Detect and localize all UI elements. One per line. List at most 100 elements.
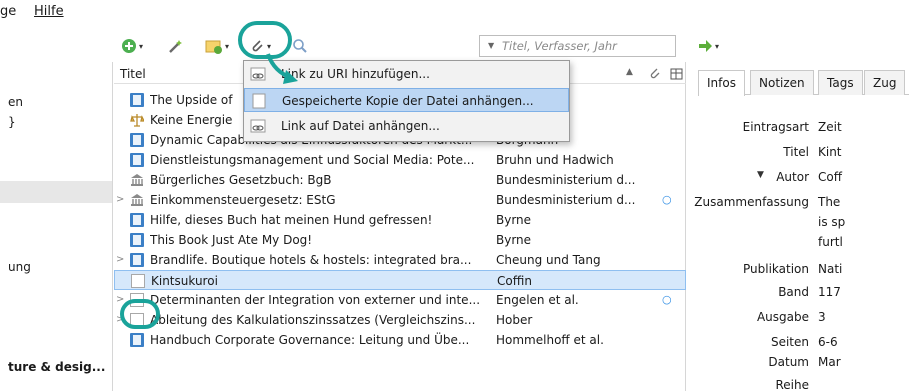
menu-hilfe[interactable]: Hilfe xyxy=(34,4,64,19)
tab-tags[interactable]: Tags xyxy=(818,70,863,95)
attachment-status-icon: ○ xyxy=(662,193,672,206)
note-icon xyxy=(205,40,222,54)
sort-ascending-icon[interactable]: ▲ xyxy=(626,67,633,77)
attachments-column-icon[interactable] xyxy=(648,67,662,81)
table-row[interactable]: Bürgerliches Gesetzbuch: BgB Bundesminist… xyxy=(114,170,686,190)
item-tabs: Infos Notizen Tags Zug xyxy=(698,70,909,96)
collection-item[interactable]: ung xyxy=(0,257,112,277)
field-label: Reihe xyxy=(775,378,809,391)
add-by-identifier-button[interactable] xyxy=(167,36,185,56)
menu-item-attach-stored-copy[interactable]: Gespeicherte Kopie der Datei anhängen... xyxy=(244,88,569,112)
menu-item-link-file[interactable]: Link auf Datei anhängen... xyxy=(244,114,569,138)
title-column-header[interactable]: Titel xyxy=(120,67,146,81)
green-arrow-icon xyxy=(699,40,712,52)
locate-button[interactable]: ▾ xyxy=(697,36,719,56)
table-row[interactable]: Handbuch Corporate Governance: Leitung u… xyxy=(114,330,686,350)
item-title: Brandlife. Boutique hotels & hostels: in… xyxy=(150,253,472,267)
item-creator: Hommelhoff et al. xyxy=(496,333,604,347)
field-value[interactable]: Nati xyxy=(818,262,842,276)
item-title: Handbuch Corporate Governance: Leitung u… xyxy=(150,333,470,347)
table-row[interactable]: > Brandlife. Boutique hotels & hostels: i… xyxy=(114,250,686,270)
item-creator: Bundesministerium d... xyxy=(496,173,636,187)
item-creator: Coffin xyxy=(497,274,532,288)
book-icon xyxy=(130,93,144,107)
field-value[interactable]: is sp xyxy=(818,215,845,229)
field-value[interactable]: 117 xyxy=(818,285,841,299)
item-creator: Engelen et al. xyxy=(496,293,579,307)
field-value[interactable]: Kint xyxy=(818,145,842,159)
table-row[interactable]: Dienstleistungsmanagement und Social Med… xyxy=(114,150,686,170)
tab-notizen[interactable]: Notizen xyxy=(750,70,814,95)
field-label: Autor xyxy=(776,170,809,184)
item-title: Bürgerliches Gesetzbuch: BgB xyxy=(150,173,332,187)
menu-item-label: Link auf Datei anhängen... xyxy=(281,119,440,133)
column-picker-icon[interactable] xyxy=(670,67,684,81)
book-icon xyxy=(130,133,144,147)
tab-infos[interactable]: Infos xyxy=(698,70,745,96)
book-icon xyxy=(130,153,144,167)
field-label: Datum xyxy=(768,355,809,369)
item-title: Determinanten der Integration von extern… xyxy=(150,293,481,307)
document-icon xyxy=(131,274,145,288)
item-title: Dienstleistungsmanagement und Social Med… xyxy=(150,153,475,167)
tab-zugehoerig[interactable]: Zug xyxy=(864,70,906,95)
menubar: ge Hilfe xyxy=(0,0,909,28)
collection-item[interactable]: } xyxy=(0,112,112,132)
field-value[interactable]: Coff xyxy=(818,170,842,184)
collection-item-selected[interactable] xyxy=(0,181,112,203)
table-row[interactable]: > Einkommensteuergesetz: EStG Bundesminist… xyxy=(114,190,686,210)
field-value[interactable]: The xyxy=(818,195,840,209)
field-label: Zusammenfassung xyxy=(694,195,809,209)
zotero-window: ge Hilfe ▾ ▾ ▾ ▼ Titel, Verfasser, Jahr … xyxy=(0,0,909,391)
book-icon xyxy=(130,253,144,267)
new-item-button[interactable]: ▾ xyxy=(121,36,143,56)
item-creator: Hober xyxy=(496,313,533,327)
highlight-circle-item xyxy=(120,299,160,329)
twisty-icon[interactable]: > xyxy=(116,250,126,270)
table-row[interactable]: Kintsukuroi Coffin xyxy=(114,270,686,290)
field-label: Band xyxy=(778,285,809,299)
item-creator: Cheung und Tang xyxy=(496,253,601,267)
field-value[interactable]: Mar xyxy=(818,355,841,369)
item-title: Einkommensteuergesetz: EStG xyxy=(150,193,336,207)
attachment-status-icon: ○ xyxy=(662,293,672,306)
field-value[interactable]: 6-6 xyxy=(818,335,838,349)
search-placeholder: Titel, Verfasser, Jahr xyxy=(502,39,617,53)
field-label: Publikation xyxy=(743,262,809,276)
collection-item[interactable]: ture & desig... xyxy=(0,357,112,377)
field-value[interactable]: furtl xyxy=(818,235,843,249)
collection-item[interactable]: en xyxy=(0,92,112,112)
twisty-icon[interactable]: > xyxy=(116,190,126,210)
table-row[interactable]: > Ableitung des Kalkulationszinssatzes (V… xyxy=(114,310,686,330)
annotation-arrow-icon xyxy=(266,53,298,84)
table-row[interactable]: This Book Just Ate My Dog! Byrne xyxy=(114,230,686,250)
book-icon xyxy=(130,213,144,227)
item-creator: Bruhn und Hadwich xyxy=(496,153,614,167)
link-icon xyxy=(250,118,266,134)
statute-icon xyxy=(130,173,144,187)
magic-wand-icon xyxy=(169,40,182,53)
menu-item-label: Gespeicherte Kopie der Datei anhängen... xyxy=(282,94,534,108)
item-title: Hilfe, dieses Buch hat meinen Hund gefre… xyxy=(150,213,433,227)
book-icon xyxy=(130,233,144,247)
new-note-button[interactable]: ▾ xyxy=(205,36,229,56)
item-title: This Book Just Ate My Dog! xyxy=(150,233,313,247)
field-label: Titel xyxy=(783,145,809,159)
item-creator: Byrne xyxy=(496,213,532,227)
add-circle-icon xyxy=(122,39,136,53)
expand-authors-icon[interactable]: ▼ xyxy=(757,170,764,180)
table-row[interactable]: Hilfe, dieses Buch hat meinen Hund gefre… xyxy=(114,210,686,230)
field-label: Ausgabe xyxy=(756,310,809,324)
field-label: Seiten xyxy=(770,335,809,349)
menu-ge[interactable]: ge xyxy=(0,4,16,19)
statute-icon xyxy=(130,193,144,207)
field-value[interactable]: Zeit xyxy=(818,120,842,134)
scales-icon xyxy=(130,113,146,127)
search-field[interactable]: ▼ Titel, Verfasser, Jahr xyxy=(479,35,676,57)
item-creator: Byrne xyxy=(496,233,532,247)
search-mode-dropdown-icon[interactable]: ▼ xyxy=(488,41,494,50)
field-value[interactable]: 3 xyxy=(818,310,826,324)
table-row[interactable]: > Determinanten der Integration von exter… xyxy=(114,290,686,310)
item-title: Ableitung des Kalkulationszinssatzes (Ve… xyxy=(150,313,476,327)
book-icon xyxy=(130,333,144,347)
